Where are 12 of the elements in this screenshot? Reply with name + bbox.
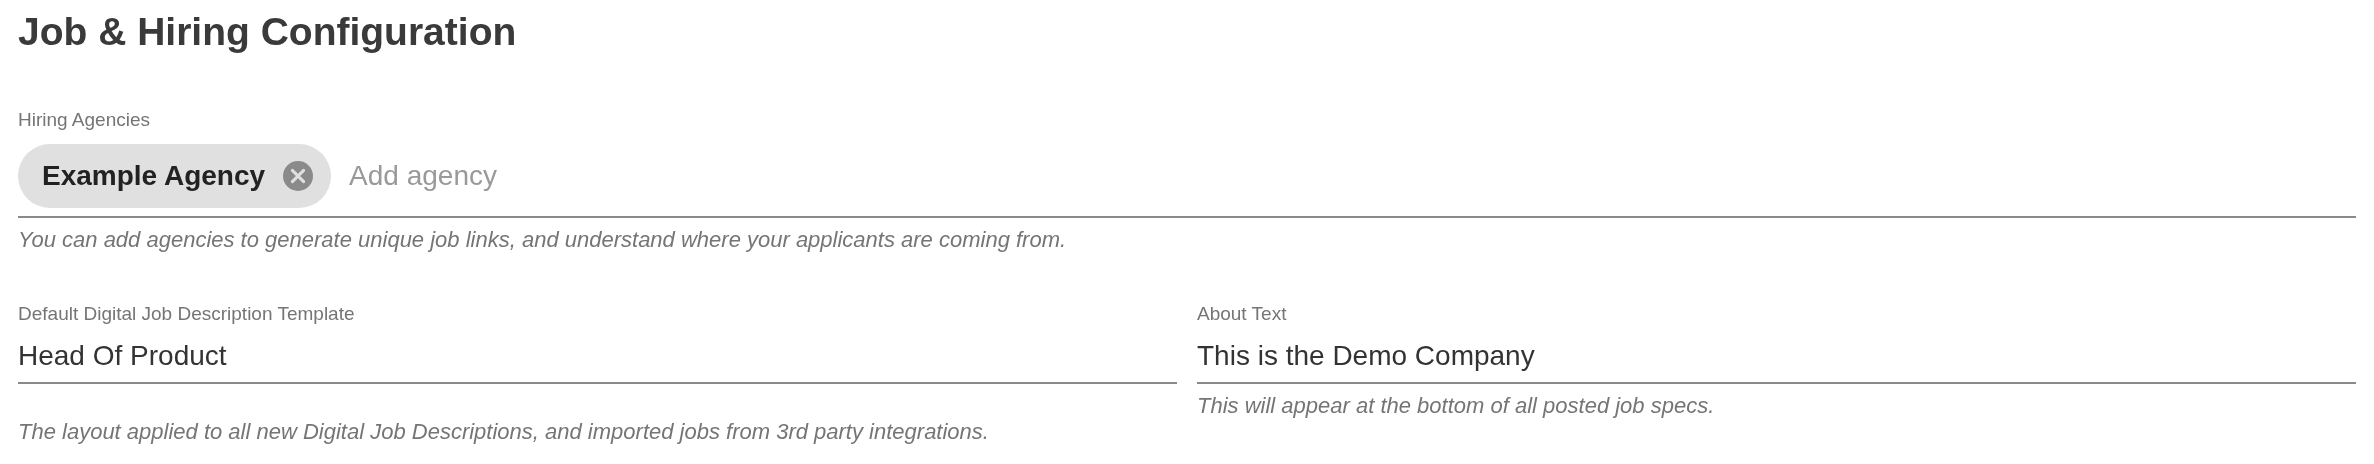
text-field[interactable]: This is the Demo Company [1197, 326, 2356, 384]
field-label: Hiring Agencies [18, 108, 152, 132]
remove-icon[interactable] [283, 161, 314, 191]
text-field[interactable]: Head Of Product [18, 326, 1177, 384]
page-title: Job & Hiring Configuration [18, 9, 518, 55]
helper-text: You can add agencies to generate unique job links, and understand where your applicants are coming from. [18, 226, 1068, 254]
helper-text: This will appear at the bottom of all posted job specs. [1197, 392, 1716, 420]
helper-text: The layout applied to all new Digital Job Descriptions, and imported jobs from 3rd party integrations. [18, 418, 990, 446]
field-label: About Text [1197, 302, 1288, 326]
field-label: Default Digital Job Description Template [18, 302, 356, 326]
agency-field[interactable]: Example Agency Add agency [18, 134, 2356, 218]
agency-chip[interactable]: Example Agency [18, 144, 332, 208]
